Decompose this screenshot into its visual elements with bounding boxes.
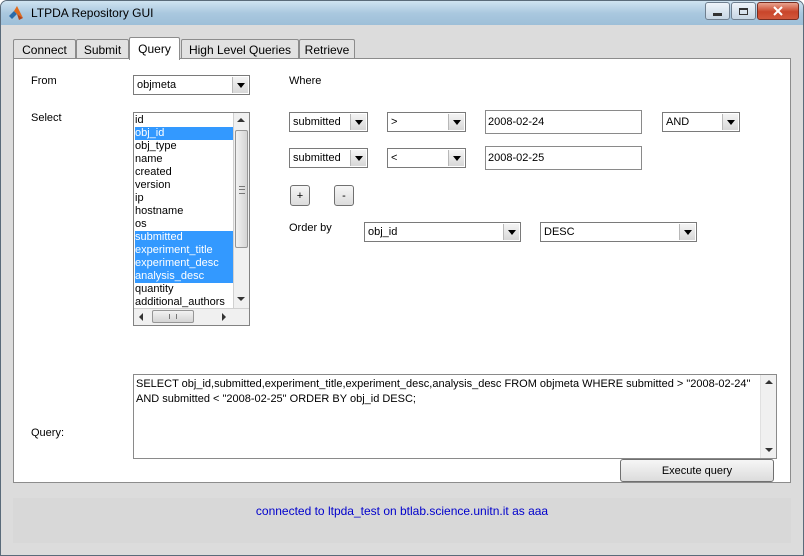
add-condition-label: +	[296, 189, 304, 202]
matlab-logo-icon	[9, 6, 23, 20]
chevron-down-icon[interactable]	[448, 150, 464, 166]
condition-1-value-text: 2008-02-24	[488, 116, 545, 128]
grip-icon	[239, 186, 245, 194]
tab-query[interactable]: Query	[129, 37, 180, 60]
list-vertical-scrollbar[interactable]	[233, 113, 249, 308]
list-item[interactable]: id	[135, 114, 233, 127]
list-item[interactable]: submitted	[135, 231, 233, 244]
condition-2-operator-select[interactable]: <	[387, 148, 466, 168]
list-item[interactable]: obj_id	[135, 127, 233, 140]
minimize-icon	[713, 12, 722, 16]
maximize-button[interactable]	[731, 2, 756, 20]
app-window: LTPDA Repository GUI Connect Submit Quer…	[0, 0, 804, 556]
add-condition-button[interactable]: +	[290, 185, 310, 206]
tab-label: High Level Queries	[188, 42, 292, 57]
select-label: Select	[31, 112, 62, 124]
list-item[interactable]: experiment_title	[135, 244, 233, 257]
query-vertical-scrollbar[interactable]	[760, 375, 776, 458]
chevron-down-icon[interactable]	[679, 224, 695, 240]
list-item[interactable]: os	[135, 218, 233, 231]
tab-label: Connect	[22, 42, 67, 57]
scroll-up-icon[interactable]	[765, 380, 773, 384]
window-title: LTPDA Repository GUI	[31, 6, 154, 20]
title-bar[interactable]: LTPDA Repository GUI	[1, 1, 803, 25]
execute-query-label: Execute query	[661, 464, 733, 477]
order-direction-value: DESC	[544, 226, 575, 238]
scroll-left-icon[interactable]	[139, 313, 143, 321]
chevron-down-icon[interactable]	[722, 114, 738, 130]
order-by-field-value: obj_id	[368, 226, 398, 238]
execute-query-button[interactable]: Execute query	[620, 459, 774, 482]
condition-1-field-value: submitted	[293, 116, 341, 128]
query-textarea[interactable]: SELECT obj_id,submitted,experiment_title…	[133, 374, 777, 459]
remove-condition-button[interactable]: -	[334, 185, 354, 206]
list-item[interactable]: created	[135, 166, 233, 179]
remove-condition-label: -	[342, 189, 346, 202]
condition-1-operator-select[interactable]: >	[387, 112, 466, 132]
condition-2-field-value: submitted	[293, 152, 341, 164]
where-label: Where	[289, 75, 322, 87]
list-item[interactable]: ip	[135, 192, 233, 205]
scroll-up-icon[interactable]	[237, 118, 245, 122]
tab-label: Submit	[83, 42, 122, 57]
from-label: From	[31, 75, 57, 87]
tab-connect[interactable]: Connect	[13, 39, 76, 59]
condition-1-logic-value: AND	[666, 116, 690, 128]
condition-1-operator-value: >	[391, 116, 398, 128]
list-item[interactable]: analysis_desc	[135, 270, 233, 283]
order-direction-select[interactable]: DESC	[540, 222, 697, 242]
select-fields-items: id obj_id obj_type name created version ip host…	[135, 114, 233, 309]
query-text: SELECT obj_id,submitted,experiment_title…	[136, 378, 751, 405]
chevron-down-icon[interactable]	[503, 224, 519, 240]
scroll-down-icon[interactable]	[765, 448, 773, 452]
client-area: Connect Submit Query High Level Queries …	[9, 31, 795, 549]
scroll-down-icon[interactable]	[237, 297, 245, 301]
chevron-down-icon[interactable]	[350, 114, 366, 130]
query-panel: From objmeta Where Select id obj_id obj_ty…	[13, 58, 791, 483]
tab-submit[interactable]: Submit	[76, 39, 129, 59]
list-item[interactable]: quantity	[135, 283, 233, 296]
close-icon	[773, 6, 783, 16]
status-bar: connected to ltpda_test on btlab.science…	[13, 498, 791, 543]
connection-status-text: connected to ltpda_test on btlab.science…	[255, 504, 549, 518]
tab-label: Retrieve	[304, 42, 350, 57]
horizontal-scroll-thumb[interactable]	[152, 310, 194, 323]
list-item[interactable]: obj_type	[135, 140, 233, 153]
maximize-icon	[739, 7, 748, 15]
list-item[interactable]: hostname	[135, 205, 233, 218]
condition-2-value-input[interactable]: 2008-02-25	[485, 146, 642, 170]
close-button[interactable]	[757, 2, 799, 20]
list-item[interactable]: experiment_desc	[135, 257, 233, 270]
list-item[interactable]: name	[135, 153, 233, 166]
condition-1-value-input[interactable]: 2008-02-24	[485, 110, 642, 134]
tab-retrieve[interactable]: Retrieve	[299, 39, 355, 59]
condition-1-field-select[interactable]: submitted	[289, 112, 368, 132]
grip-icon	[169, 314, 177, 319]
select-fields-list[interactable]: id obj_id obj_type name created version ip host…	[133, 112, 250, 326]
query-label: Query:	[31, 427, 65, 439]
tab-high-level-queries[interactable]: High Level Queries	[181, 39, 299, 59]
condition-1-logic-select[interactable]: AND	[662, 112, 740, 132]
chevron-down-icon[interactable]	[232, 77, 248, 93]
chevron-down-icon[interactable]	[448, 114, 464, 130]
tab-label: Query	[138, 42, 171, 56]
condition-2-field-select[interactable]: submitted	[289, 148, 368, 168]
order-by-field-select[interactable]: obj_id	[364, 222, 521, 242]
condition-2-value-text: 2008-02-25	[488, 152, 545, 164]
from-table-select[interactable]: objmeta	[133, 75, 250, 95]
from-table-value: objmeta	[137, 79, 177, 91]
condition-2-operator-value: <	[391, 152, 398, 164]
list-horizontal-scrollbar[interactable]	[134, 308, 249, 325]
vertical-scroll-thumb[interactable]	[235, 130, 248, 248]
chevron-down-icon[interactable]	[350, 150, 366, 166]
minimize-button[interactable]	[705, 2, 730, 20]
scroll-right-icon[interactable]	[222, 313, 226, 321]
order-by-label: Order by	[289, 222, 332, 234]
list-item[interactable]: version	[135, 179, 233, 192]
